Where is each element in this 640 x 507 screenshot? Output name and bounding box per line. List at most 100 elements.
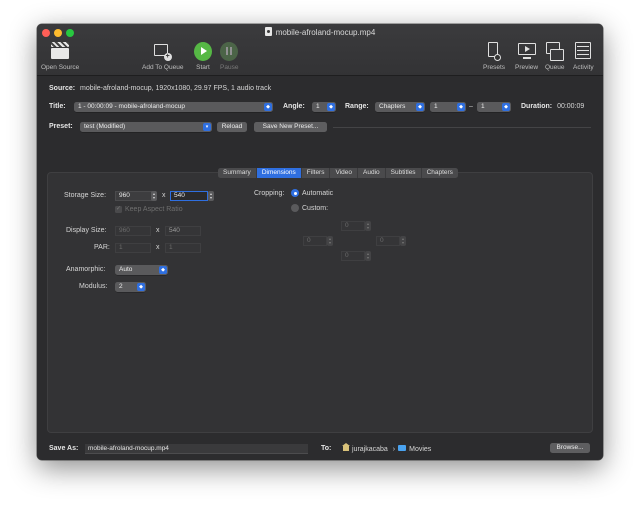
source-row: Source: mobile-afroland-mocup, 1920x1080… (49, 85, 271, 92)
activity-log-icon (575, 42, 592, 61)
par-width-field[interactable]: 1 (115, 243, 151, 253)
title-label: Title: (49, 103, 66, 110)
queue-label: Queue (545, 64, 565, 71)
titlebar: mobile-afroland-mocup.mp4 Open Source + … (37, 24, 603, 76)
storage-size-label: Storage Size: (64, 192, 107, 199)
chevron-down-icon: ▾ (203, 123, 211, 131)
tab-subtitles[interactable]: Subtitles (386, 168, 422, 178)
crop-custom-label: Custom: (302, 205, 329, 212)
browse-button[interactable]: Browse... (550, 443, 590, 453)
window-title-text: mobile-afroland-mocup.mp4 (275, 28, 376, 37)
tab-audio[interactable]: Audio (358, 168, 386, 178)
display-x-label: x (156, 227, 160, 234)
display-width-field[interactable]: 960 (115, 226, 151, 236)
crop-top-field[interactable]: 0 (341, 221, 365, 231)
chevron-updown-icon: ◆ (457, 103, 465, 111)
home-icon (342, 443, 350, 451)
title-select[interactable]: 1 - 00:00:09 - mobile-afroland-mocup ◆ (74, 102, 273, 112)
main-content: Source: mobile-afroland-mocup, 1920x1080… (37, 76, 603, 460)
activity-label: Activity (573, 64, 594, 71)
duration-label: Duration: (521, 103, 553, 110)
par-height-field[interactable]: 1 (165, 243, 201, 253)
start-label: Start (196, 64, 210, 71)
crop-right-field[interactable]: 0 (376, 236, 400, 246)
storage-height-stepper[interactable] (208, 191, 214, 201)
pause-button[interactable]: Pause (220, 42, 238, 71)
reload-preset-button[interactable]: Reload (217, 122, 247, 132)
crop-left-stepper[interactable] (327, 236, 333, 246)
add-to-queue-icon: + (153, 42, 172, 61)
crop-custom-radio[interactable] (291, 204, 299, 212)
chevron-updown-icon: ◆ (264, 103, 272, 111)
document-icon (264, 27, 272, 36)
preview-icon (517, 42, 536, 61)
preset-label: Preset: (49, 123, 73, 130)
title-select-value: 1 - 00:00:09 - mobile-afroland-mocup (78, 103, 185, 110)
par-x-label: x (156, 244, 160, 251)
keep-aspect-label: Keep Aspect Ratio (125, 206, 183, 213)
modulus-label: Modulus: (79, 283, 108, 290)
destination-path[interactable]: jurajkacaba › Movies (342, 443, 432, 453)
dimensions-panel: Storage Size: 960 x 540 ✓ Keep Aspect Ra… (47, 172, 593, 433)
path-user: jurajkacaba (352, 446, 388, 453)
angle-select[interactable]: 1 ◆ (312, 102, 336, 112)
range-separator: – (469, 103, 473, 110)
settings-tabs: Summary Dimensions Filters Video Audio S… (218, 168, 458, 178)
preview-label: Preview (515, 64, 539, 71)
modulus-select[interactable]: 2 ◆ (115, 282, 146, 292)
crop-top-stepper[interactable] (365, 221, 371, 231)
tab-summary[interactable]: Summary (218, 168, 257, 178)
range-type-select[interactable]: Chapters ◆ (375, 102, 425, 112)
tab-filters[interactable]: Filters (302, 168, 331, 178)
save-as-field[interactable]: mobile-afroland-mocup.mp4 (85, 444, 308, 454)
range-label: Range: (345, 103, 369, 110)
cropping-label: Cropping: (254, 190, 285, 197)
save-new-preset-button[interactable]: Save New Preset... (254, 122, 327, 132)
chevron-updown-icon: ◆ (502, 103, 510, 111)
storage-width-stepper[interactable] (151, 191, 157, 201)
chevron-updown-icon: ◆ (159, 266, 167, 274)
crop-bottom-field[interactable]: 0 (341, 251, 365, 261)
presets-button[interactable]: Presets (483, 42, 505, 71)
to-label: To: (321, 445, 332, 452)
crop-bottom-stepper[interactable] (365, 251, 371, 261)
source-value: mobile-afroland-mocup, 1920x1080, 29.97 … (80, 85, 272, 92)
folder-icon (398, 445, 407, 451)
tab-chapters[interactable]: Chapters (422, 168, 458, 178)
angle-label: Angle: (283, 103, 305, 110)
open-source-label: Open Source (41, 64, 80, 71)
display-height-field[interactable]: 540 (165, 226, 201, 236)
duration: Duration: 00:00:09 (521, 103, 584, 110)
anamorphic-label: Anamorphic: (66, 266, 106, 273)
path-folder: Movies (409, 446, 432, 453)
pause-label: Pause (220, 64, 239, 71)
anamorphic-select[interactable]: Auto ◆ (115, 265, 168, 275)
open-source-button[interactable]: Open Source (41, 42, 79, 71)
tab-video[interactable]: Video (330, 168, 358, 178)
pause-icon (220, 42, 239, 61)
crop-left-field[interactable]: 0 (303, 236, 327, 246)
storage-width-field[interactable]: 960 (115, 191, 152, 201)
range-end-select[interactable]: 1 ◆ (477, 102, 511, 112)
queue-button[interactable]: Queue (545, 42, 565, 71)
clapperboard-icon (51, 42, 70, 61)
queue-icon (545, 42, 564, 61)
activity-button[interactable]: Activity (573, 42, 594, 71)
preset-select[interactable]: test (Modified) ▾ (80, 122, 212, 132)
start-button[interactable]: Start (194, 42, 212, 71)
duration-value: 00:00:09 (557, 103, 585, 110)
angle-select-value: 1 (316, 103, 320, 110)
display-size-label: Display Size: (66, 227, 107, 234)
source-label: Source: (49, 85, 76, 92)
add-to-queue-button[interactable]: + Add To Queue (142, 42, 183, 71)
crop-automatic-label: Automatic (302, 190, 334, 197)
preview-button[interactable]: Preview (515, 42, 538, 71)
storage-height-field[interactable]: 540 (170, 191, 208, 201)
keep-aspect-checkbox[interactable]: ✓ (115, 206, 122, 213)
crop-automatic-radio[interactable] (291, 189, 299, 197)
range-start-select[interactable]: 1 ◆ (430, 102, 466, 112)
play-icon (194, 42, 212, 61)
crop-right-stepper[interactable] (400, 236, 406, 246)
tab-dimensions[interactable]: Dimensions (256, 168, 302, 178)
separator-line (333, 127, 591, 128)
